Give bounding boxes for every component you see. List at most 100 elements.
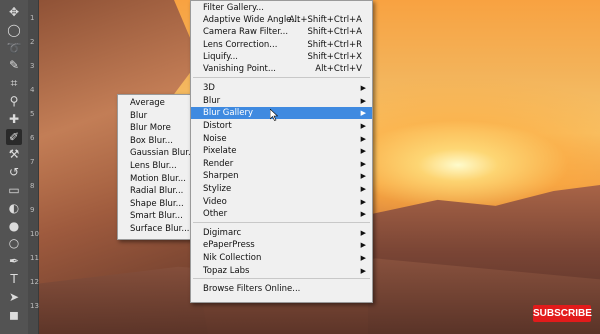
- shape-icon[interactable]: ◼: [6, 307, 22, 323]
- blur-item-blur[interactable]: Blur: [118, 110, 191, 122]
- pen-icon[interactable]: ✒: [6, 253, 22, 269]
- filter-item-digimarc[interactable]: Digimarc ▶: [191, 227, 372, 239]
- filter-item-camera-raw-filter[interactable]: Camera Raw Filter... Shift+Ctrl+A: [191, 26, 372, 38]
- filter-item-nik-collection[interactable]: Nik Collection ▶: [191, 252, 372, 264]
- subscribe-button[interactable]: SUBSCRIBE: [533, 305, 592, 322]
- ruler-number: 4: [30, 86, 35, 94]
- ruler-number: 7: [30, 158, 35, 166]
- blur-item-gaussian-blur[interactable]: Gaussian Blur...: [118, 147, 196, 159]
- filter-item-vanishing-point[interactable]: Vanishing Point... Alt+Ctrl+V: [191, 63, 372, 75]
- crop-icon[interactable]: ⌗: [6, 75, 22, 91]
- submenu-arrow-icon: ▶: [360, 159, 366, 168]
- path-select-icon[interactable]: ➤: [6, 289, 22, 305]
- filter-item-blur[interactable]: Blur ▶: [191, 95, 372, 107]
- menu-item-label: ePaperPress: [203, 240, 255, 251]
- brush-icon[interactable]: ✐: [6, 128, 22, 145]
- tools-panel: ✥ ◯ ➰ ✎ ⌗ ⚲ ✚ ✐ ⚒ ↺ ▭ ◐ ● ○ ✒ T ➤ ◼ 1 2 3 4 5 6 7 8 9 10 11 12 13: [0, 0, 39, 334]
- ruler-number: 8: [30, 182, 35, 190]
- blur-item-lens-blur[interactable]: Lens Blur...: [118, 160, 191, 172]
- blur-item-blur-more[interactable]: Blur More: [118, 122, 191, 134]
- submenu-arrow-icon: ▶: [360, 228, 366, 237]
- filter-item-topaz-labs[interactable]: Topaz Labs ▶: [191, 265, 372, 277]
- menu-item-shortcut: Alt+Shift+Ctrl+A: [288, 15, 362, 26]
- filter-item-lens-correction[interactable]: Lens Correction... Shift+Ctrl+R: [191, 39, 372, 51]
- filter-item-sharpen[interactable]: Sharpen ▶: [191, 170, 372, 182]
- filter-item-liquify[interactable]: Liquify... Shift+Ctrl+X: [191, 51, 372, 63]
- filter-item-other[interactable]: Other ▶: [191, 208, 372, 220]
- submenu-arrow-icon: ▶: [360, 210, 366, 219]
- ruler-number: 9: [30, 206, 35, 214]
- menu-separator: [193, 77, 370, 79]
- menu-separator: [193, 278, 370, 280]
- menu-separator: [193, 221, 370, 223]
- menu-item-label: Video: [203, 196, 227, 207]
- ruler-number: 3: [30, 62, 35, 70]
- clone-stamp-icon[interactable]: ⚒: [6, 146, 22, 162]
- ruler-number: 2: [30, 38, 35, 46]
- blur-item-surface-blur[interactable]: Surface Blur...: [118, 223, 191, 235]
- history-brush-icon[interactable]: ↺: [6, 164, 22, 180]
- blur-item-motion-blur[interactable]: Motion Blur...: [118, 173, 191, 185]
- menu-item-label: Lens Correction...: [203, 39, 278, 50]
- submenu-arrow-icon: ▶: [360, 84, 366, 93]
- filter-item-epaperpress[interactable]: ePaperPress ▶: [191, 239, 372, 251]
- blur-item-average[interactable]: Average: [118, 97, 191, 109]
- type-icon[interactable]: T: [6, 271, 22, 287]
- menu-item-label: Noise: [203, 133, 227, 144]
- ruler-number: 13: [30, 302, 39, 310]
- menu-item-shortcut: Shift+Ctrl+A: [307, 27, 362, 38]
- menu-item-label: Adaptive Wide Angle...: [203, 15, 300, 26]
- blur-item-shape-blur[interactable]: Shape Blur...: [118, 198, 191, 210]
- blur-submenu: Average Blur Blur More Box Blur... Gaussian …: [117, 94, 196, 240]
- filter-item-video[interactable]: Video ▶: [191, 196, 372, 208]
- ruler-number: 12: [30, 278, 39, 286]
- ruler-number: 1: [30, 14, 35, 22]
- marquee-icon[interactable]: ◯: [6, 22, 22, 38]
- filter-item-noise[interactable]: Noise ▶: [191, 133, 372, 145]
- healing-icon[interactable]: ✚: [6, 111, 22, 127]
- menu-item-label: Vanishing Point...: [203, 64, 276, 74]
- filter-item-distort[interactable]: Distort ▶: [191, 120, 372, 132]
- filter-menu: Filter Gallery... Adaptive Wide Angle... A…: [190, 0, 373, 303]
- submenu-arrow-icon: ▶: [360, 147, 366, 156]
- menu-item-shortcut: Shift+Ctrl+X: [307, 51, 362, 62]
- menu-item-label: Pixelate: [203, 146, 237, 157]
- dodge-icon[interactable]: ○: [6, 235, 22, 251]
- paint-bucket-icon[interactable]: ◐: [6, 200, 22, 216]
- quick-select-icon[interactable]: ✎: [6, 57, 22, 73]
- submenu-arrow-icon: ▶: [360, 185, 366, 193]
- submenu-arrow-icon: ▶: [360, 96, 366, 105]
- filter-item-stylize[interactable]: Stylize ▶: [191, 183, 372, 195]
- move-icon[interactable]: ✥: [6, 4, 22, 20]
- ruler-number: 10: [30, 230, 39, 238]
- browse-filters-online-item[interactable]: Browse Filters Online...: [191, 283, 372, 295]
- menu-item-label: Nik Collection: [203, 253, 262, 263]
- mouse-pointer-icon: [270, 109, 278, 121]
- filter-item-adaptive-wide-angle[interactable]: Adaptive Wide Angle... Alt+Shift+Ctrl+A: [191, 14, 372, 26]
- menu-item-label: Other: [203, 209, 228, 220]
- blur-tool-icon[interactable]: ●: [6, 218, 22, 234]
- ruler-number: 6: [30, 134, 35, 142]
- menu-item-label: Stylize: [203, 184, 232, 194]
- menu-item-label: Filter Gallery...: [203, 3, 264, 13]
- submenu-arrow-icon: ▶: [360, 122, 366, 130]
- submenu-arrow-icon: ▶: [360, 266, 366, 275]
- blur-item-box-blur[interactable]: Box Blur...: [118, 135, 191, 147]
- menu-item-label: Digimarc: [203, 227, 242, 238]
- filter-item-pixelate[interactable]: Pixelate ▶: [191, 145, 372, 157]
- menu-item-label: Sharpen: [203, 171, 239, 182]
- filter-item-3d[interactable]: 3D ▶: [191, 82, 372, 94]
- menu-item-shortcut: Shift+Ctrl+R: [307, 39, 362, 50]
- submenu-arrow-icon: ▶: [360, 134, 366, 143]
- filter-item-blur-gallery[interactable]: Blur Gallery ▶: [191, 107, 372, 120]
- menu-item-shortcut: Alt+Ctrl+V: [315, 64, 362, 74]
- filter-item-filter-gallery[interactable]: Filter Gallery...: [191, 2, 372, 14]
- submenu-arrow-icon: ▶: [360, 197, 366, 206]
- blur-item-radial-blur[interactable]: Radial Blur...: [118, 185, 191, 197]
- lasso-icon[interactable]: ➰: [6, 40, 22, 56]
- eyedropper-icon[interactable]: ⚲: [6, 93, 22, 109]
- ruler-number: 11: [30, 254, 39, 262]
- blur-item-smart-blur[interactable]: Smart Blur...: [118, 210, 191, 222]
- filter-item-render[interactable]: Render ▶: [191, 158, 372, 170]
- eraser-icon[interactable]: ▭: [6, 182, 22, 198]
